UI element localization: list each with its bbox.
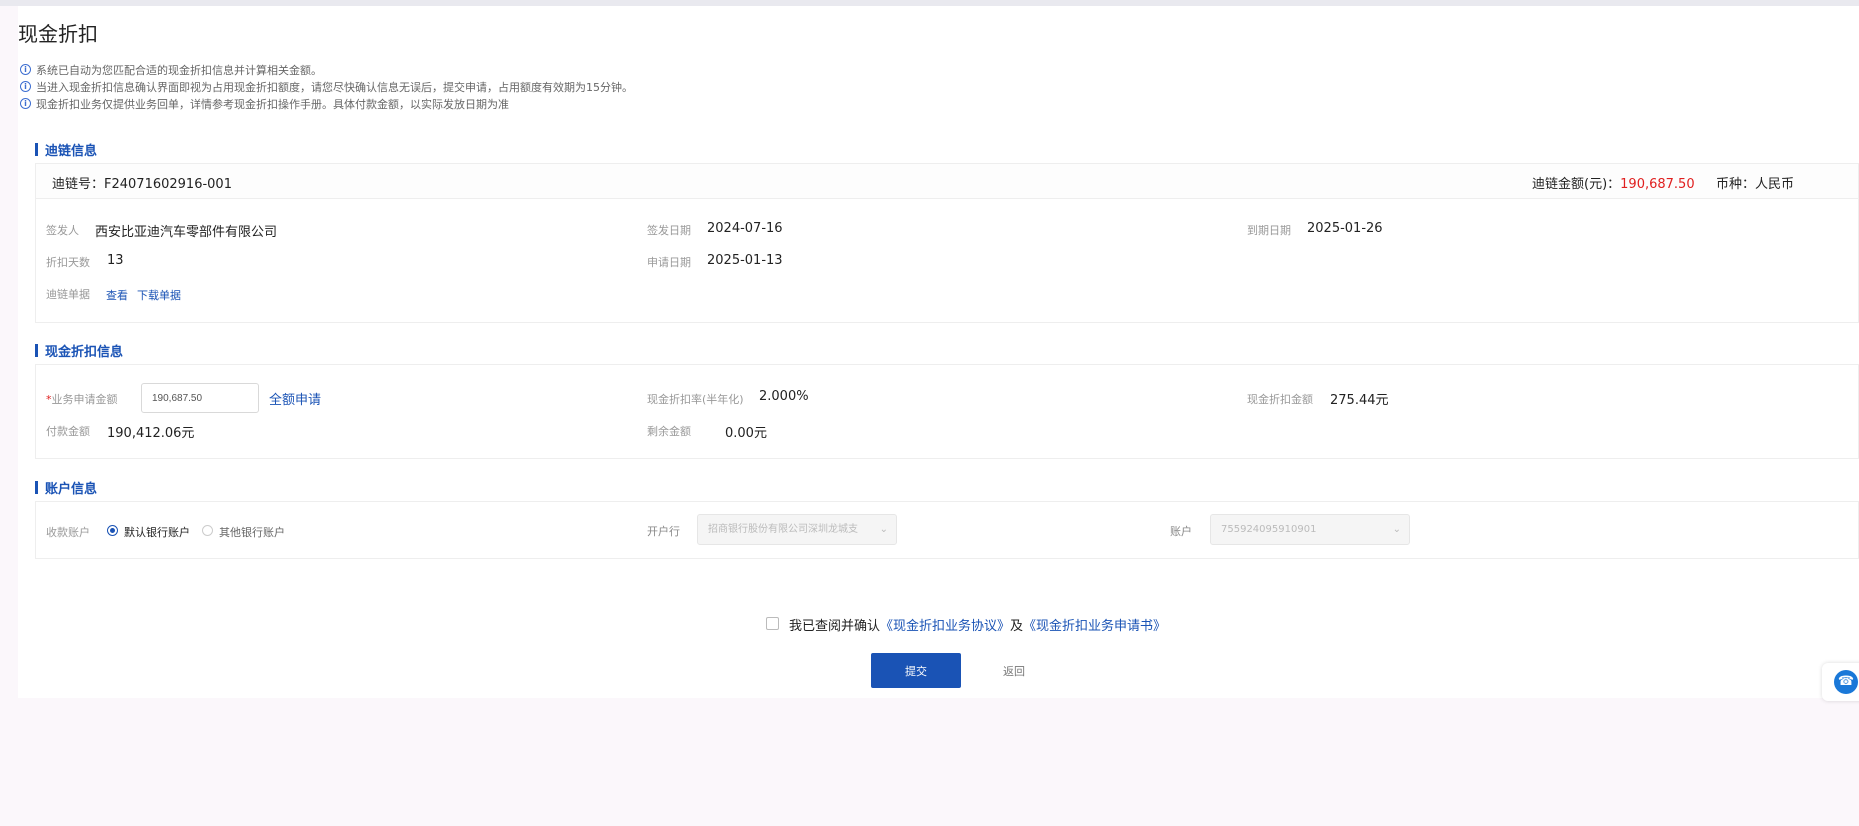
headset-icon: ☎ — [1834, 670, 1858, 694]
info-icon: i — [20, 64, 31, 75]
chain-info-header: 迪链号：F24071602916-001 迪链金额(元)：190,687.50 … — [36, 164, 1858, 199]
main-panel: 现金折扣 i 系统已自动为您匹配合适的现金折扣信息并计算相关金额。 i 当进入现… — [18, 6, 1859, 698]
full-apply-link[interactable]: 全额申请 — [269, 389, 321, 408]
receive-account-label: 收款账户 — [46, 526, 90, 539]
back-button[interactable]: 返回 — [1003, 663, 1025, 679]
apply-amount-input[interactable] — [141, 383, 259, 413]
issue-date-label: 签发日期 — [647, 224, 691, 237]
radio-other-account[interactable] — [202, 525, 213, 536]
info-icon: i — [20, 81, 31, 92]
remaining-label: 剩余金额 — [647, 425, 691, 438]
chevron-down-icon: ⌄ — [1392, 524, 1401, 535]
info-icon: i — [20, 98, 31, 109]
agreement-text: 我已查阅并确认《现金折扣业务协议》及《现金折扣业务申请书》 — [789, 619, 1167, 634]
document-label: 迪链单据 — [46, 288, 90, 301]
tip-item: i 当进入现金折扣信息确认界面即视为占用现金折扣额度，请您尽快确认信息无误后，提… — [20, 78, 633, 95]
agreement-link[interactable]: 《现金折扣业务协议》 — [880, 619, 1010, 634]
apply-date-value: 2025-01-13 — [707, 253, 783, 268]
account-info-card: 收款账户 默认银行账户 其他银行账户 开户行 账户 — [35, 501, 1859, 559]
chain-info-card: 迪链号：F24071602916-001 迪链金额(元)：190,687.50 … — [35, 163, 1859, 323]
tips-list: i 系统已自动为您匹配合适的现金折扣信息并计算相关金额。 i 当进入现金折扣信息… — [20, 61, 633, 112]
default-account-label[interactable]: 默认银行账户 — [124, 524, 190, 540]
page-title: 现金折扣 — [18, 22, 98, 46]
issuer-value: 西安比亚迪汽车零部件有限公司 — [95, 225, 278, 240]
discount-rate-value: 2.000% — [759, 389, 809, 404]
account-select[interactable]: 755924095910901 ⌄ — [1210, 514, 1410, 545]
agree-checkbox[interactable] — [766, 617, 779, 630]
discount-amount-label: 现金折扣金额 — [1247, 393, 1313, 406]
account-label: 账户 — [1170, 525, 1192, 538]
pay-amount-value: 190,412.06元 — [107, 426, 195, 441]
bank-select[interactable]: 招商银行股份有限公司深圳龙城支 ⌄ — [697, 514, 897, 545]
discount-days-value: 13 — [107, 253, 124, 268]
due-date-label: 到期日期 — [1247, 224, 1291, 237]
chevron-down-icon: ⌄ — [879, 524, 888, 535]
chain-amount: 迪链金额(元)：190,687.50 — [1532, 177, 1695, 192]
section-title-chain: 迪链信息 — [35, 140, 97, 159]
float-service-button[interactable]: ☎ — [1822, 663, 1859, 701]
chain-currency: 币种：人民币 — [1716, 177, 1795, 192]
application-link[interactable]: 《现金折扣业务申请书》 — [1023, 619, 1166, 634]
due-date-value: 2025-01-26 — [1307, 221, 1383, 236]
tip-item: i 系统已自动为您匹配合适的现金折扣信息并计算相关金额。 — [20, 61, 633, 78]
discount-rate-label: 现金折扣率(半年化) — [647, 393, 744, 406]
remaining-value: 0.00元 — [725, 426, 767, 441]
pay-amount-label: 付款金额 — [46, 425, 90, 438]
section-title-discount: 现金折扣信息 — [35, 341, 123, 360]
discount-amount-value: 275.44元 — [1330, 393, 1389, 408]
section-title-account: 账户信息 — [35, 478, 97, 497]
submit-button[interactable]: 提交 — [871, 653, 961, 688]
apply-date-label: 申请日期 — [647, 256, 691, 269]
view-document-link[interactable]: 查看 — [106, 287, 128, 303]
issuer-label: 签发人 — [46, 224, 79, 237]
issue-date-value: 2024-07-16 — [707, 221, 783, 236]
download-document-link[interactable]: 下载单据 — [137, 287, 181, 303]
discount-info-card: *业务申请金额 全额申请 现金折扣率(半年化) 2.000% 现金折扣金额 27… — [35, 364, 1859, 459]
discount-days-label: 折扣天数 — [46, 256, 90, 269]
radio-default-account[interactable] — [107, 525, 118, 536]
other-account-label[interactable]: 其他银行账户 — [219, 524, 285, 540]
tip-item: i 现金折扣业务仅提供业务回单，详情参考现金折扣操作手册。具体付款金额，以实际发… — [20, 95, 633, 112]
bank-label: 开户行 — [647, 525, 680, 538]
apply-amount-label: *业务申请金额 — [46, 393, 118, 406]
chain-no: 迪链号：F24071602916-001 — [52, 177, 232, 192]
